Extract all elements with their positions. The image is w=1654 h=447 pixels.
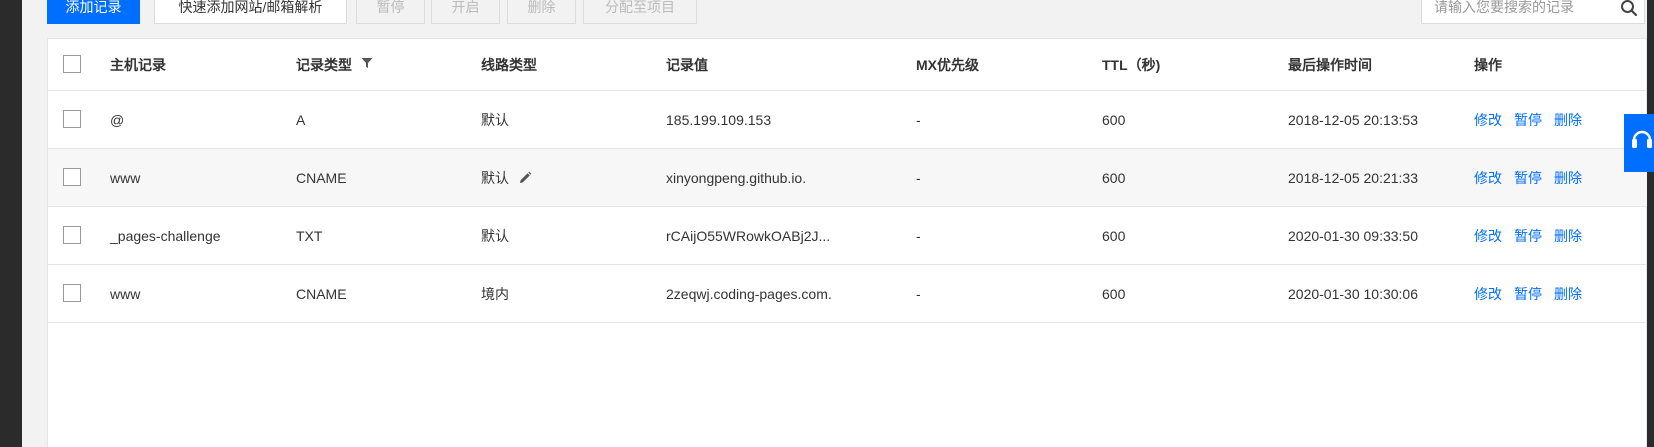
- pause-link[interactable]: 暂停: [1514, 284, 1542, 304]
- cell-actions: 修改 暂停 删除: [1474, 149, 1594, 206]
- cell-type: CNAME: [296, 169, 347, 186]
- header-host: 主机记录: [110, 56, 166, 73]
- cell-type: A: [296, 111, 306, 128]
- cell-ttl: 600: [1102, 111, 1126, 128]
- edit-link[interactable]: 修改: [1474, 284, 1502, 304]
- cell-ttl: 600: [1102, 169, 1126, 186]
- delete-link[interactable]: 删除: [1554, 168, 1582, 188]
- cell-host: @: [110, 111, 125, 128]
- cell-time: 2020-01-30 10:30:06: [1288, 285, 1418, 302]
- cell-time: 2018-12-05 20:21:33: [1288, 169, 1418, 186]
- cell-value: xinyongpeng.github.io.: [666, 169, 807, 186]
- cell-mx: -: [916, 169, 921, 186]
- row-checkbox[interactable]: [63, 110, 81, 128]
- quick-add-button[interactable]: 快速添加网站/邮箱解析: [154, 0, 347, 24]
- header-line: 线路类型: [481, 56, 537, 73]
- cell-actions: 修改 暂停 删除: [1474, 265, 1594, 322]
- delete-link[interactable]: 删除: [1554, 226, 1582, 246]
- row-checkbox[interactable]: [63, 284, 81, 302]
- cell-host: _pages-challenge: [110, 227, 221, 244]
- cell-actions: 修改 暂停 删除: [1474, 91, 1594, 148]
- cell-ttl: 600: [1102, 285, 1126, 302]
- cell-time: 2020-01-30 09:33:50: [1288, 227, 1418, 244]
- enable-button[interactable]: 开启: [431, 0, 500, 24]
- cell-host: www: [110, 169, 141, 186]
- table-header-row: 主机记录 记录类型 线路类型 记录值 MX优先级 TTL（秒) 最后操作时间 操…: [48, 39, 1648, 91]
- cell-mx: -: [916, 285, 921, 302]
- cell-host: www: [110, 285, 141, 302]
- assign-project-button[interactable]: 分配至项目: [583, 0, 697, 24]
- delete-link[interactable]: 删除: [1554, 110, 1582, 130]
- header-ops: 操作: [1474, 56, 1502, 73]
- cell-time: 2018-12-05 20:13:53: [1288, 111, 1418, 128]
- cell-value: 2zeqwj.coding-pages.com.: [666, 285, 832, 302]
- pause-link[interactable]: 暂停: [1514, 168, 1542, 188]
- table-row: www CNAME 默认 xinyongpeng.github.io. - 60…: [48, 149, 1648, 207]
- cell-type: TXT: [296, 227, 323, 244]
- cell-actions: 修改 暂停 删除: [1474, 207, 1594, 264]
- edit-link[interactable]: 修改: [1474, 226, 1502, 246]
- search-icon[interactable]: [1620, 0, 1638, 17]
- pencil-icon[interactable]: [518, 171, 532, 185]
- pause-button[interactable]: 暂停: [356, 0, 425, 24]
- edit-link[interactable]: 修改: [1474, 168, 1502, 188]
- header-type-label: 记录类型: [296, 56, 352, 73]
- filter-icon[interactable]: [361, 57, 373, 69]
- cell-mx: -: [916, 227, 921, 244]
- pause-link[interactable]: 暂停: [1514, 110, 1542, 130]
- records-table: 主机记录 记录类型 线路类型 记录值 MX优先级 TTL（秒) 最后操作时间 操…: [47, 38, 1648, 447]
- support-tab[interactable]: [1624, 114, 1654, 172]
- row-checkbox[interactable]: [63, 168, 81, 186]
- left-dark-strip: [0, 0, 22, 447]
- table-row: _pages-challenge TXT 默认 rCAijO55WRowkOAB…: [48, 207, 1648, 265]
- delete-link[interactable]: 删除: [1554, 284, 1582, 304]
- cell-ttl: 600: [1102, 227, 1126, 244]
- support-icon: [1632, 130, 1652, 148]
- cell-line: 境内: [481, 285, 509, 302]
- table-row: www CNAME 境内 2zeqwj.coding-pages.com. - …: [48, 265, 1648, 323]
- search-box: [1421, 0, 1645, 24]
- edit-link[interactable]: 修改: [1474, 110, 1502, 130]
- header-mx: MX优先级: [916, 56, 979, 73]
- header-time: 最后操作时间: [1288, 56, 1372, 73]
- cell-line: 默认: [481, 149, 532, 206]
- cell-line-text: 默认: [481, 169, 509, 186]
- cell-line: 默认: [481, 111, 509, 128]
- cell-value: rCAijO55WRowkOABj2J...: [666, 227, 831, 244]
- header-type: 记录类型: [296, 39, 373, 90]
- header-value: 记录值: [666, 56, 708, 73]
- cell-mx: -: [916, 111, 921, 128]
- add-record-button[interactable]: 添加记录: [47, 0, 140, 24]
- select-all-checkbox[interactable]: [63, 55, 81, 73]
- cell-line: 默认: [481, 227, 509, 244]
- search-input[interactable]: [1422, 0, 1612, 23]
- header-ttl: TTL（秒): [1102, 56, 1161, 73]
- right-dark-strip: [1647, 0, 1654, 447]
- table-row: @ A 默认 185.199.109.153 - 600 2018-12-05 …: [48, 91, 1648, 149]
- cell-type: CNAME: [296, 285, 347, 302]
- row-checkbox[interactable]: [63, 226, 81, 244]
- pause-link[interactable]: 暂停: [1514, 226, 1542, 246]
- delete-button[interactable]: 删除: [507, 0, 576, 24]
- cell-value: 185.199.109.153: [666, 111, 772, 128]
